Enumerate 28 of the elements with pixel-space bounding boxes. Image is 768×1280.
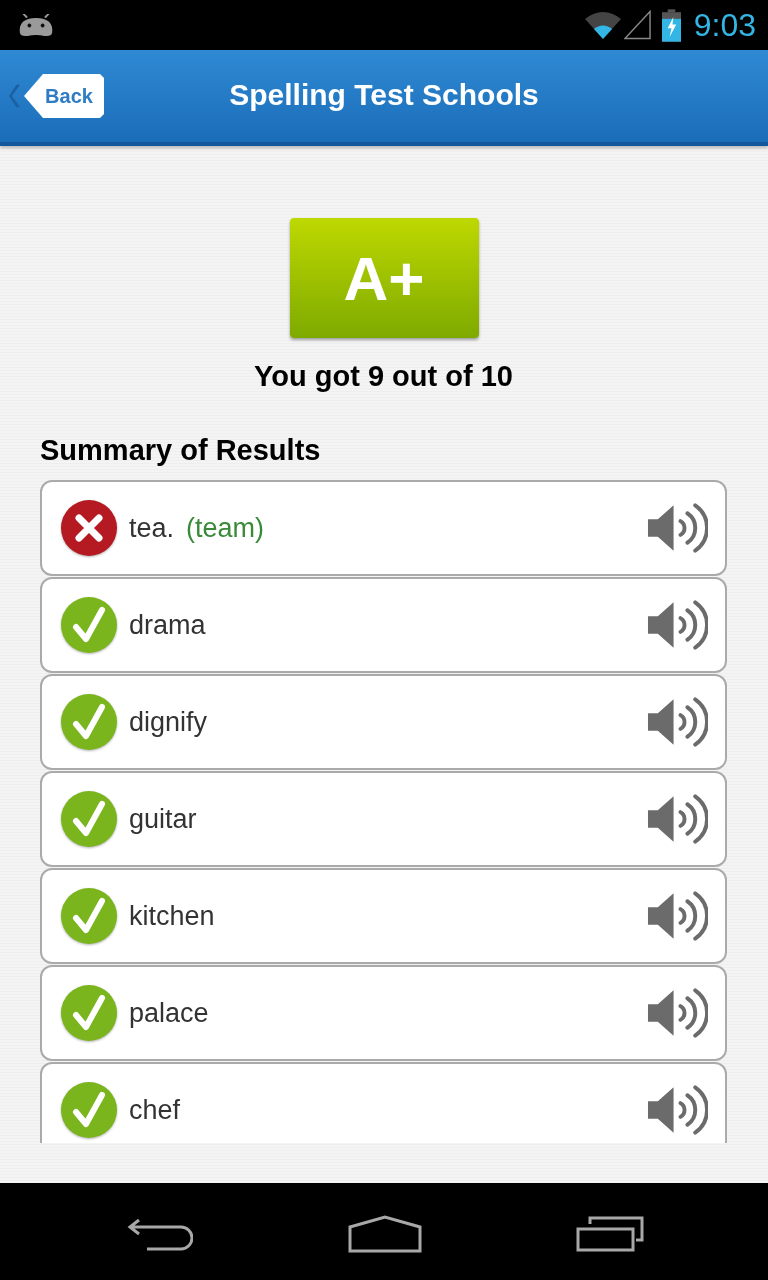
wifi-icon <box>583 10 622 40</box>
speaker-icon[interactable] <box>647 502 708 554</box>
speaker-icon[interactable] <box>647 1084 708 1136</box>
speaker-icon[interactable] <box>647 696 708 748</box>
word-text: dignify <box>129 706 208 738</box>
clock-time: 9:03 <box>693 7 756 43</box>
speaker-icon[interactable] <box>647 793 708 845</box>
home-icon[interactable] <box>347 1214 422 1253</box>
word-text: kitchen <box>129 900 215 932</box>
word-text: tea. <box>129 512 175 544</box>
signal-icon <box>623 10 651 40</box>
score-text: You got 9 out of 10 <box>253 359 514 394</box>
word-text: guitar <box>129 803 197 835</box>
correction-text: (team) <box>186 512 265 544</box>
battery-icon <box>661 8 681 42</box>
screen-title: Spelling Test Schools <box>229 78 539 113</box>
word-text: palace <box>129 997 209 1029</box>
recent-apps-icon[interactable] <box>576 1215 644 1252</box>
speaker-icon[interactable] <box>647 987 708 1039</box>
speaker-icon[interactable] <box>647 599 708 651</box>
chevron-left-icon <box>9 83 22 109</box>
speaker-icon[interactable] <box>647 890 708 942</box>
word-text: chef <box>129 1094 181 1126</box>
grade-badge: A+ <box>289 218 479 338</box>
back-button[interactable]: Back <box>24 74 104 118</box>
summary-heading: Summary of Results <box>40 433 322 468</box>
android-head-icon <box>18 13 54 37</box>
word-text: drama <box>129 609 206 641</box>
